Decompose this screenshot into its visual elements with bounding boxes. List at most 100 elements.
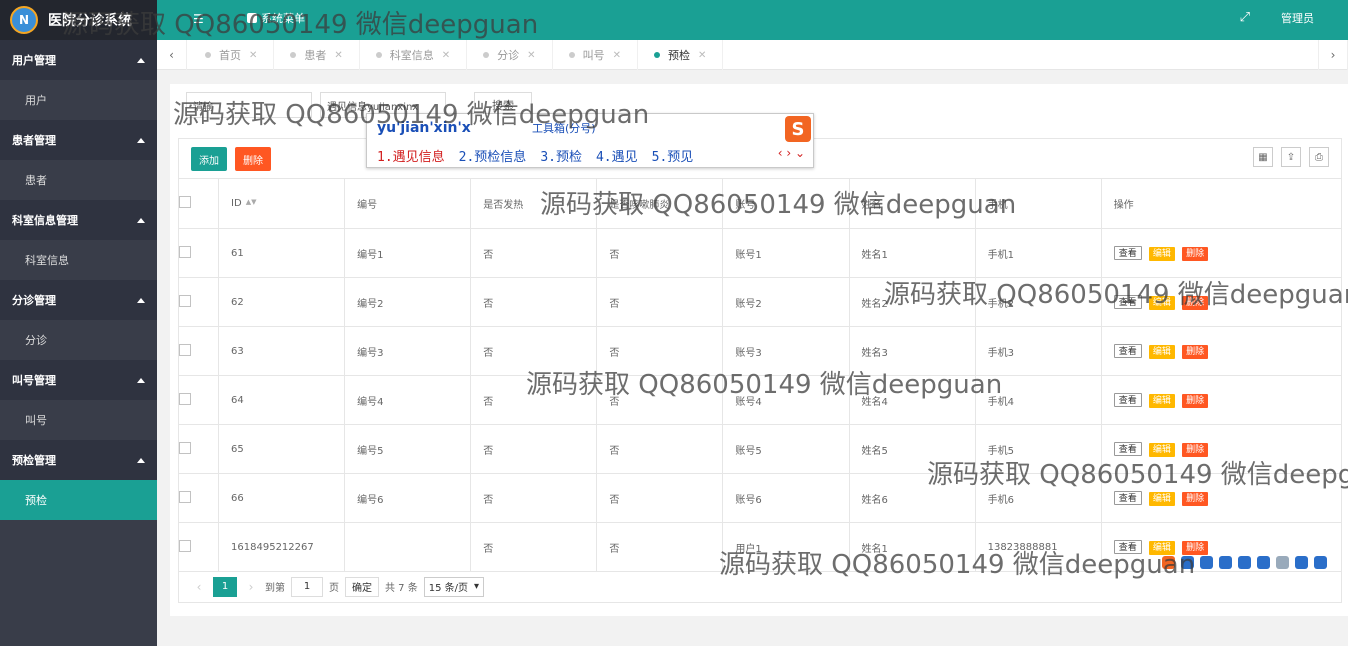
sidebar-group[interactable]: 分诊管理 (0, 280, 157, 320)
close-icon[interactable]: ✕ (698, 50, 706, 61)
goto-page-input[interactable]: 1 (291, 576, 323, 597)
edit-button[interactable]: 编辑 (1148, 442, 1175, 457)
sidebar-item[interactable]: 患者 (0, 160, 157, 200)
page-size-select[interactable]: 15 条/页 ▾ (423, 576, 485, 597)
ime-candidate[interactable]: 1.遇见信息 (377, 146, 445, 165)
sidebar-group[interactable]: 患者管理 (0, 120, 157, 160)
tab-next-button[interactable]: › (1318, 40, 1348, 70)
close-icon[interactable]: ✕ (527, 50, 535, 61)
row-checkbox[interactable] (179, 441, 191, 454)
ime-page-arrows-icon[interactable]: ‹ › ⌄ (778, 146, 805, 160)
close-icon[interactable]: ✕ (613, 50, 621, 61)
sort-icon[interactable]: ▲▼ (246, 198, 257, 206)
menu-toggle-icon[interactable]: ☰ (193, 12, 204, 26)
view-button[interactable]: 查看 (1113, 441, 1142, 456)
row-checkbox[interactable] (179, 343, 191, 356)
columns-filter-icon[interactable]: ▦ (1253, 147, 1273, 167)
table-cell: 编号3 (344, 326, 472, 376)
ime-grid-icon[interactable] (1314, 555, 1327, 569)
admin-user-menu[interactable]: 管理员 (1281, 10, 1314, 26)
sidebar-item[interactable]: 科室信息 (0, 240, 157, 280)
print-icon[interactable]: ⎙ (1309, 147, 1329, 167)
prev-page-icon[interactable]: ‹ (191, 580, 207, 594)
ime-candidate[interactable]: 2.预检信息 (459, 146, 527, 165)
add-button[interactable]: 添加 (191, 147, 227, 171)
ime-punct-icon[interactable] (1200, 555, 1213, 569)
ime-candidate[interactable]: 5.预见 (652, 146, 694, 165)
close-icon[interactable]: ✕ (249, 50, 257, 61)
column-header[interactable]: ID ▲▼ (218, 178, 346, 229)
row-delete-button[interactable]: 删除 (1182, 295, 1209, 310)
sidebar-item[interactable]: 用户 (0, 80, 157, 120)
edit-button[interactable]: 编辑 (1148, 491, 1175, 506)
cell-value: 否 (483, 543, 494, 555)
row-delete-button[interactable]: 删除 (1182, 442, 1209, 457)
sidebar-group[interactable]: 用户管理 (0, 40, 157, 80)
row-checkbox[interactable] (179, 490, 191, 503)
search-input-1[interactable]: 请输 (186, 92, 312, 118)
ime-candidate[interactable]: 3.预检 (540, 146, 582, 165)
sidebar-group[interactable]: 预检管理 (0, 440, 157, 480)
view-button[interactable]: 查看 (1113, 245, 1142, 260)
tab[interactable]: 分诊 ✕ (467, 40, 553, 70)
ime-emoji-icon[interactable] (1219, 555, 1232, 569)
row-checkbox[interactable] (179, 539, 191, 552)
export-icon[interactable]: ⇪ (1281, 147, 1301, 167)
view-button[interactable]: 查看 (1113, 343, 1142, 358)
ime-skin-icon[interactable] (1295, 555, 1308, 569)
goto-confirm-button[interactable]: 确定 (345, 576, 379, 597)
edit-button[interactable]: 编辑 (1148, 295, 1175, 310)
fullscreen-icon[interactable]: ⤢ (1240, 10, 1250, 25)
tab-prev-button[interactable]: ‹ (157, 40, 187, 70)
view-button[interactable]: 查看 (1113, 490, 1142, 505)
actions-cell: 查看 编辑 删除 (1100, 277, 1343, 327)
ime-s-icon[interactable] (1162, 555, 1175, 569)
edit-button[interactable]: 编辑 (1148, 246, 1175, 261)
ime-candidate[interactable]: 4.遇见 (596, 146, 638, 165)
cell-value: 姓名3 (861, 347, 888, 359)
tab[interactable]: 首页 ✕ (189, 40, 275, 70)
current-page[interactable]: 1 (213, 576, 237, 597)
ime-user-icon[interactable] (1276, 555, 1289, 569)
row-delete-button[interactable]: 删除 (1182, 491, 1209, 506)
tab-label: 预检 (667, 49, 690, 62)
cell-value: 姓名1 (861, 249, 888, 261)
column-header-label: 手机 (987, 200, 1008, 211)
tab[interactable]: 科室信息 ✕ (360, 40, 468, 70)
delete-button[interactable]: 删除 (235, 147, 271, 171)
cell-value: 姓名5 (861, 445, 888, 457)
sidebar-item[interactable]: 叫号 (0, 400, 157, 440)
view-button[interactable]: 查看 (1113, 539, 1142, 554)
tab[interactable]: 预检 ✕ (638, 40, 724, 70)
row-checkbox[interactable] (179, 294, 191, 307)
select-all-checkbox[interactable] (179, 196, 191, 208)
row-delete-button[interactable]: 删除 (1182, 246, 1209, 261)
row-delete-button[interactable]: 删除 (1182, 344, 1209, 359)
close-icon[interactable]: ✕ (334, 50, 342, 61)
table-cell: 账号5 (722, 424, 850, 474)
ime-toolbox[interactable]: 工具箱(分号) (532, 120, 596, 136)
sidebar-group[interactable]: 叫号管理 (0, 360, 157, 400)
cell-value: 否 (609, 298, 620, 310)
view-button[interactable]: 查看 (1113, 294, 1142, 309)
sidebar-item-label: 患者 (25, 174, 47, 187)
row-checkbox[interactable] (179, 392, 191, 405)
edit-button[interactable]: 编辑 (1148, 344, 1175, 359)
ime-mic-icon[interactable] (1238, 555, 1251, 569)
sidebar-item[interactable]: 分诊 (0, 320, 157, 360)
cell-value: 否 (609, 396, 620, 408)
tab[interactable]: 患者 ✕ (274, 40, 360, 70)
ime-lang-icon[interactable] (1181, 555, 1194, 569)
close-icon[interactable]: ✕ (442, 50, 450, 61)
system-menu-button[interactable]: 系统菜单 (247, 10, 305, 26)
ime-keyboard-icon[interactable] (1257, 555, 1270, 569)
tab[interactable]: 叫号 ✕ (553, 40, 638, 70)
sidebar-group[interactable]: 科室信息管理 (0, 200, 157, 240)
row-checkbox[interactable] (179, 245, 191, 258)
edit-button[interactable]: 编辑 (1148, 393, 1175, 408)
row-delete-button[interactable]: 删除 (1182, 393, 1209, 408)
view-button[interactable]: 查看 (1113, 392, 1142, 407)
next-page-icon[interactable]: › (243, 580, 259, 594)
sidebar-item[interactable]: 预检 (0, 480, 157, 520)
cell-value: 编号6 (357, 494, 384, 506)
